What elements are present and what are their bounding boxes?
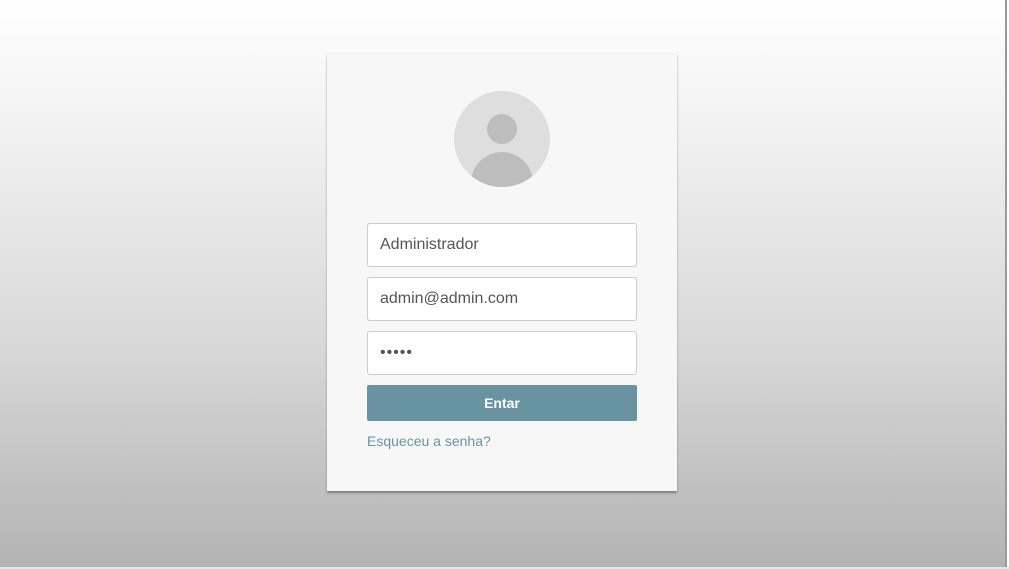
- avatar-body: [471, 152, 533, 187]
- user-avatar-icon: [454, 91, 550, 187]
- window-edge-right: [1005, 0, 1007, 567]
- email-input[interactable]: [367, 277, 637, 321]
- password-input[interactable]: [367, 331, 637, 375]
- login-card: Entar Esqueceu a senha?: [327, 53, 677, 491]
- submit-button[interactable]: Entar: [367, 385, 637, 421]
- name-input[interactable]: [367, 223, 637, 267]
- avatar-head: [487, 114, 517, 144]
- forgot-password-link[interactable]: Esqueceu a senha?: [367, 433, 491, 449]
